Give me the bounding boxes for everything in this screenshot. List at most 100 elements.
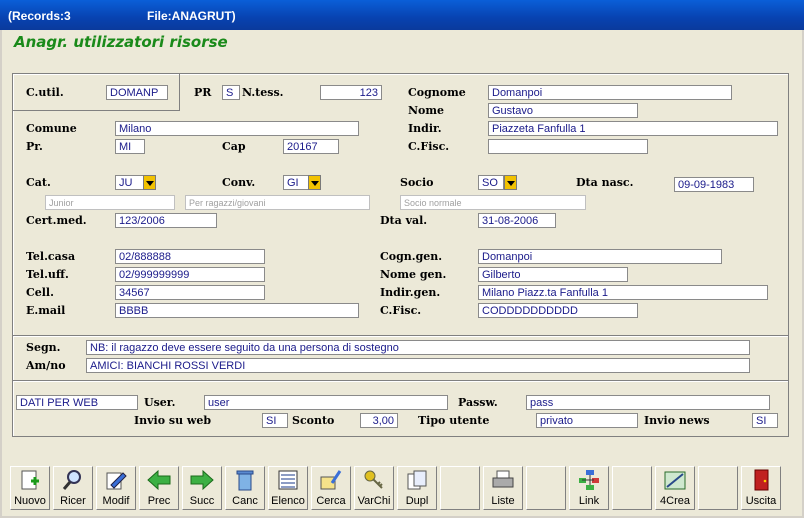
socio-dropdown-icon[interactable] — [504, 175, 517, 190]
conv-field[interactable]: GI — [283, 175, 309, 190]
cap-field[interactable]: 20167 — [283, 139, 339, 154]
cognome-label: Cognome — [408, 86, 466, 99]
telcasa-field[interactable]: 02/888888 — [115, 249, 265, 264]
cogngen-field[interactable]: Domanpoi — [478, 249, 722, 264]
invio-news-label: Invio news — [644, 414, 710, 427]
web-section-field: DATI PER WEB — [16, 395, 138, 410]
pr2-label: Pr. — [26, 140, 43, 153]
segn-label: Segn. — [26, 341, 61, 354]
form-title: Anagr. utilizzatori risorse — [14, 33, 228, 51]
indirgen-label: Indir.gen. — [380, 286, 441, 299]
invio-web-field[interactable]: SI — [262, 413, 288, 428]
pr-label: PR — [194, 86, 212, 99]
toolbar-button-uscita[interactable]: Uscita — [741, 466, 781, 510]
bottom-toolbar: Nuovo Ricer Modif Prec Succ Canc Elenco Cerca Va… — [10, 464, 790, 512]
toolbar-button-ricer[interactable]: Ricer — [53, 466, 93, 510]
toolbar-button-label: Prec — [147, 495, 171, 507]
toolbar-button-label: Nuovo — [14, 495, 46, 507]
socio-description: Socio normale — [400, 195, 586, 210]
cfisc2-field[interactable]: CODDDDDDDDDD — [478, 303, 638, 318]
comune-label: Comune — [26, 122, 77, 135]
invio-web-label: Invio su web — [134, 414, 212, 427]
toolbar-button-label: Succ — [189, 495, 215, 507]
printer-icon — [490, 469, 516, 491]
toolbar-button-elenco[interactable]: Elenco — [268, 466, 308, 510]
toolbar-button-empty[interactable] — [698, 466, 738, 510]
ntess-field[interactable]: 123 — [320, 85, 382, 100]
cfisc-label: C.Fisc. — [408, 140, 450, 153]
toolbar-button-label: Canc — [232, 495, 258, 507]
toolbar-button-label: Modif — [102, 495, 130, 507]
dtanasc-label: Dta nasc. — [576, 176, 634, 189]
user-field[interactable]: user — [204, 395, 448, 410]
cutil-field[interactable]: DOMANP — [106, 85, 168, 100]
tipo-utente-label: Tipo utente — [418, 414, 490, 427]
telcasa-label: Tel.casa — [26, 250, 76, 263]
dtaval-label: Dta val. — [380, 214, 428, 227]
passw-field[interactable]: pass — [526, 395, 770, 410]
toolbar-button-succ[interactable]: Succ — [182, 466, 222, 510]
toolbar-button-dupl[interactable]: Dupl — [397, 466, 437, 510]
toolbar-button-label: Link — [578, 495, 600, 507]
passw-label: Passw. — [458, 396, 498, 409]
keys-icon — [361, 469, 387, 491]
nomegen-field[interactable]: Gilberto — [478, 267, 628, 282]
toolbar-button-4crea[interactable]: 4Crea — [655, 466, 695, 510]
amno-field[interactable]: AMICI: BIANCHI ROSSI VERDI — [86, 358, 750, 373]
toolbar-button-empty[interactable] — [612, 466, 652, 510]
conv-dropdown-icon[interactable] — [308, 175, 321, 190]
cfisc-field[interactable] — [488, 139, 648, 154]
toolbar-button-label: Elenco — [271, 495, 305, 507]
pr-field[interactable]: S — [222, 85, 240, 100]
toolbar-button-nuovo[interactable]: Nuovo — [10, 466, 50, 510]
toolbar-button-cerca[interactable]: Cerca — [311, 466, 351, 510]
cat-description: Junior — [45, 195, 175, 210]
window-titlebar: (Records:3 File:ANAGRUT) — [0, 0, 804, 30]
indir-field[interactable]: Piazzeta Fanfulla 1 — [488, 121, 778, 136]
cell-field[interactable]: 34567 — [115, 285, 265, 300]
cat-label: Cat. — [26, 176, 51, 189]
toolbar-button-modif[interactable]: Modif — [96, 466, 136, 510]
segn-field[interactable]: NB: il ragazzo deve essere seguito da un… — [86, 340, 750, 355]
indir-label: Indir. — [408, 122, 442, 135]
nomegen-label: Nome gen. — [380, 268, 447, 281]
certmed-label: Cert.med. — [26, 214, 87, 227]
toolbar-button-liste[interactable]: Liste — [483, 466, 523, 510]
ntess-label: N.tess. — [242, 86, 284, 99]
indirgen-field[interactable]: Milano Piazz.ta Fanfulla 1 — [478, 285, 768, 300]
toolbar-button-empty[interactable] — [440, 466, 480, 510]
create-icon — [662, 469, 688, 491]
comune-field[interactable]: Milano — [115, 121, 359, 136]
email-field[interactable]: BBBB — [115, 303, 359, 318]
tipo-utente-field[interactable]: privato — [536, 413, 638, 428]
socio-field[interactable]: SO — [478, 175, 504, 190]
invio-news-field[interactable]: SI — [752, 413, 778, 428]
toolbar-button-canc[interactable]: Canc — [225, 466, 265, 510]
teluff-field[interactable]: 02/999999999 — [115, 267, 265, 282]
cat-field[interactable]: JU — [115, 175, 145, 190]
certmed-field[interactable]: 123/2006 — [115, 213, 217, 228]
nome-field[interactable]: Gustavo — [488, 103, 638, 118]
cat-dropdown-icon[interactable] — [143, 175, 156, 190]
dtaval-field[interactable]: 31-08-2006 — [478, 213, 556, 228]
amno-label: Am/no — [26, 359, 66, 372]
toolbar-button-link[interactable]: Link — [569, 466, 609, 510]
toolbar-button-label: Liste — [491, 495, 515, 507]
list-icon — [275, 469, 301, 491]
socio-label: Socio — [400, 176, 434, 189]
cognome-field[interactable]: Domanpoi — [488, 85, 732, 100]
arrow-left-icon — [146, 469, 172, 491]
toolbar-button-varchi[interactable]: VarChi — [354, 466, 394, 510]
toolbar-button-prec[interactable]: Prec — [139, 466, 179, 510]
teluff-label: Tel.uff. — [26, 268, 69, 281]
conv-label: Conv. — [222, 176, 256, 189]
sconto-field[interactable]: 3,00 — [360, 413, 398, 428]
toolbar-button-empty[interactable] — [526, 466, 566, 510]
dtanasc-field[interactable]: 09-09-1983 — [674, 177, 754, 192]
toolbar-button-label: Ricer — [60, 495, 86, 507]
cutil-label: C.util. — [26, 86, 64, 99]
records-count: (Records:3 — [8, 9, 71, 23]
sconto-label: Sconto — [292, 414, 335, 427]
cell-label: Cell. — [26, 286, 54, 299]
pr2-field[interactable]: MI — [115, 139, 145, 154]
